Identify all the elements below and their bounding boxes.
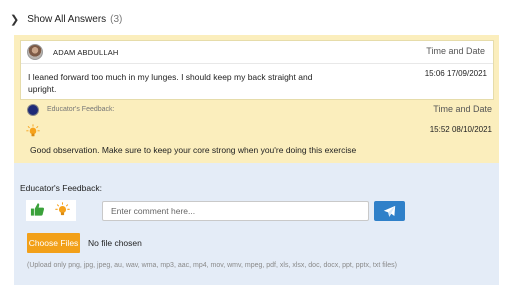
avatar [27, 44, 43, 60]
time-date-header: Time and Date [426, 46, 485, 56]
educator-time-date-header: Time and Date [433, 104, 492, 114]
comment-input[interactable] [102, 201, 369, 221]
upload-note: (Upload only png, jpg, jpeg, au, wav, wm… [27, 262, 397, 269]
educator-feedback-datetime: 15:52 08/10/2021 [429, 125, 492, 134]
chevron-right-icon: ❯ [10, 14, 20, 26]
answer-card: ADAM ABDULLAH Time and Date I leaned for… [20, 40, 494, 100]
educator-avatar [27, 104, 39, 116]
answer-count: (3) [110, 14, 123, 25]
choose-files-button[interactable]: Choose Files [27, 233, 80, 253]
send-icon [383, 205, 396, 217]
lightbulb-icon[interactable] [55, 202, 70, 217]
feedback-form-title: Educator's Feedback: [20, 183, 102, 193]
file-status: No file chosen [88, 238, 142, 248]
show-all-answers-toggle[interactable]: ❯ Show All Answers (3) [10, 13, 122, 26]
answer-datetime: 15:06 17/09/2021 [424, 69, 487, 78]
answer-header: ADAM ABDULLAH Time and Date [21, 41, 493, 64]
lightbulb-icon [26, 124, 40, 137]
show-all-label: Show All Answers [27, 14, 107, 25]
educator-feedback-label: Educator's Feedback: [47, 106, 115, 113]
send-button[interactable] [374, 201, 405, 221]
answer-text: I leaned forward too much in my lunges. … [28, 72, 313, 94]
thumbs-up-icon[interactable] [30, 202, 45, 217]
educator-feedback-text: Good observation. Make sure to keep your… [30, 145, 357, 155]
answer-author: ADAM ABDULLAH [53, 48, 119, 57]
